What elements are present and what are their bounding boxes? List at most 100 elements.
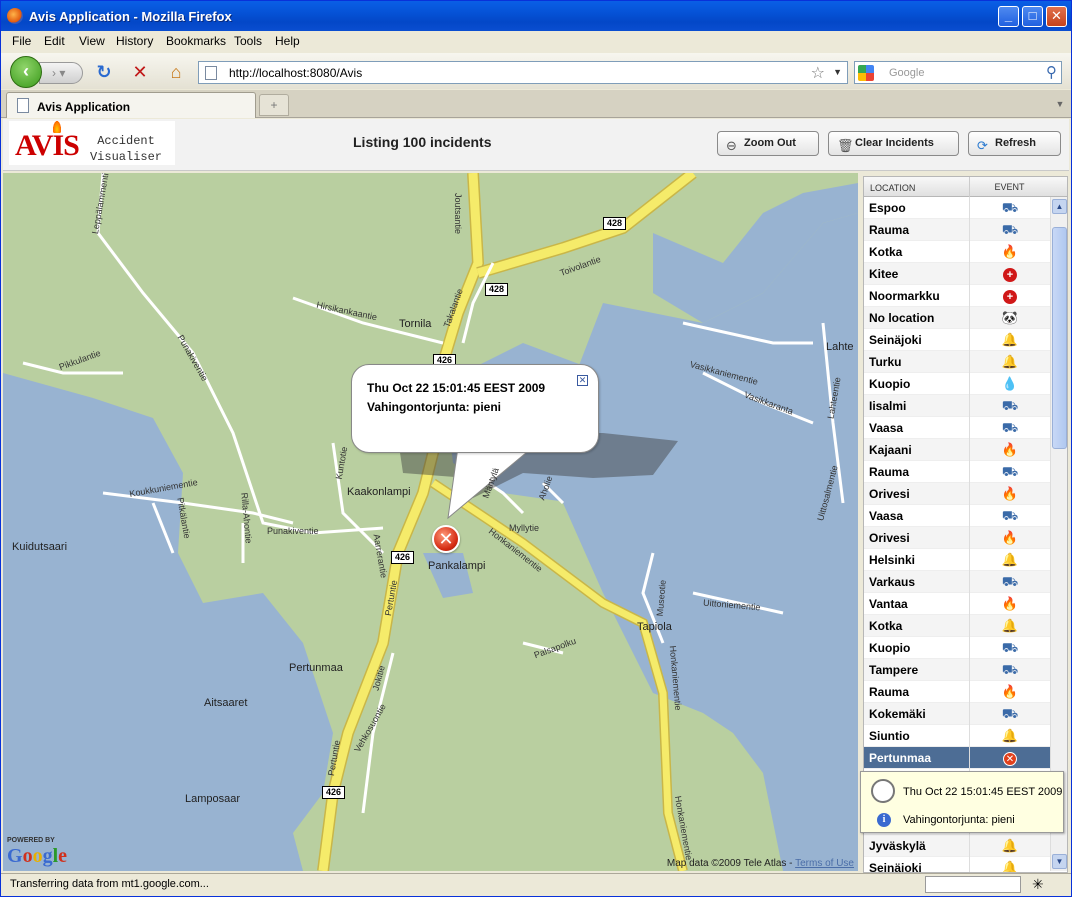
truck-icon: ⛟ xyxy=(1001,398,1019,413)
google-engine-icon[interactable] xyxy=(858,65,874,81)
bookmark-star-icon[interactable]: ☆ xyxy=(811,63,825,83)
map-data-text: Map data ©2009 Tele Atlas - xyxy=(666,858,796,869)
list-item-location: Orivesi xyxy=(869,487,910,501)
list-item-event: ⛟ xyxy=(969,659,1050,681)
menu-tools[interactable]: Tools xyxy=(234,34,262,48)
zoom-out-button[interactable]: ⊖ Zoom Out xyxy=(717,131,819,156)
list-item[interactable]: Vaasa ⛟ xyxy=(864,417,1050,439)
list-item-location: Seinäjoki xyxy=(869,333,922,347)
place-lahte: Lahte xyxy=(826,341,854,353)
list-item-location: Jyväskylä xyxy=(869,839,926,853)
list-item[interactable]: Kokemäki ⛟ xyxy=(864,703,1050,725)
list-item[interactable]: Kajaani 🔥 xyxy=(864,439,1050,461)
balloon-date: Thu Oct 22 15:01:45 EEST 2009 xyxy=(367,381,546,395)
fire-icon: 🔥 xyxy=(1001,486,1019,501)
list-item[interactable]: Kuopio 💧 xyxy=(864,373,1050,395)
list-item[interactable]: Pertunmaa ✕ xyxy=(864,747,1050,769)
reload-icon[interactable]: ↻ xyxy=(94,62,114,82)
list-item[interactable]: No location 🐼 xyxy=(864,307,1050,329)
menu-edit[interactable]: Edit xyxy=(44,34,65,48)
list-item-event: ⛟ xyxy=(969,505,1050,527)
list-item[interactable]: Espoo ⛟ xyxy=(864,197,1050,219)
close-button[interactable]: ✕ xyxy=(1046,6,1067,27)
list-item-event: 🔥 xyxy=(969,439,1050,461)
list-item[interactable]: Rauma ⛟ xyxy=(864,461,1050,483)
list-item[interactable]: Kotka 🔥 xyxy=(864,241,1050,263)
stop-icon[interactable]: ✕ xyxy=(130,62,150,82)
list-item[interactable]: Seinäjoki 🔔 xyxy=(864,329,1050,351)
back-button[interactable]: ‹ xyxy=(10,56,42,88)
list-item[interactable]: Helsinki 🔔 xyxy=(864,549,1050,571)
tab-avis-application[interactable]: Avis Application xyxy=(6,92,256,118)
header-location[interactable]: LOCATION xyxy=(870,183,915,193)
list-item[interactable]: Turku 🔔 xyxy=(864,351,1050,373)
list-item[interactable]: Orivesi 🔥 xyxy=(864,483,1050,505)
list-item[interactable]: Vaasa ⛟ xyxy=(864,505,1050,527)
road-shield-426-b: 426 xyxy=(391,551,415,564)
list-item[interactable]: Varkaus ⛟ xyxy=(864,571,1050,593)
list-item[interactable]: Noormarkku + xyxy=(864,285,1050,307)
truck-icon: ⛟ xyxy=(1001,640,1019,655)
home-icon[interactable]: ⌂ xyxy=(166,62,186,82)
list-item-location: No location xyxy=(869,311,935,325)
list-item[interactable]: Rauma ⛟ xyxy=(864,219,1050,241)
scroll-up-icon[interactable]: ▲ xyxy=(1052,199,1067,214)
menu-history[interactable]: History xyxy=(116,34,153,48)
road-shield-428-a: 428 xyxy=(603,217,627,230)
bell-icon: 🔔 xyxy=(1001,728,1019,743)
menu-bookmarks[interactable]: Bookmarks xyxy=(166,34,226,48)
list-item-event: ⛟ xyxy=(969,417,1050,439)
list-item[interactable]: Jyväskylä 🔔 xyxy=(864,835,1050,857)
header-event[interactable]: EVENT xyxy=(969,177,1049,197)
firebug-icon[interactable]: ✳ xyxy=(1032,876,1044,893)
map-canvas xyxy=(3,173,858,871)
status-progress xyxy=(925,876,1021,893)
new-tab-button[interactable]: + xyxy=(259,94,289,116)
tooltip-description: Vahingontorjunta: pieni xyxy=(903,814,1015,826)
url-dropdown-icon[interactable]: ▼ xyxy=(833,67,842,77)
search-box[interactable]: Google ⚲ xyxy=(854,61,1062,84)
search-icon[interactable]: ⚲ xyxy=(1046,63,1057,81)
balloon-close-icon[interactable]: ✕ xyxy=(577,375,588,386)
tab-list-icon[interactable]: ▼ xyxy=(1053,95,1067,113)
list-item[interactable]: Siuntio 🔔 xyxy=(864,725,1050,747)
list-item-location: Kitee xyxy=(869,267,899,281)
fire-icon: 🔥 xyxy=(1001,244,1019,259)
list-item[interactable]: Iisalmi ⛟ xyxy=(864,395,1050,417)
minimize-button[interactable]: _ xyxy=(998,6,1019,27)
menu-help[interactable]: Help xyxy=(275,34,300,48)
map-view[interactable]: Tornila Lahte Kaakonlampi Pankalampi Kui… xyxy=(3,173,858,871)
refresh-button[interactable]: ⟳ Refresh xyxy=(968,131,1061,156)
maximize-button[interactable]: □ xyxy=(1022,6,1043,27)
list-item[interactable]: Tampere ⛟ xyxy=(864,659,1050,681)
scroll-thumb[interactable] xyxy=(1052,227,1067,449)
refresh-icon: ⟳ xyxy=(977,138,988,153)
list-item-event: 🔔 xyxy=(969,835,1050,857)
terms-of-use-link[interactable]: Terms of Use xyxy=(795,858,854,869)
list-item-location: Varkaus xyxy=(869,575,916,589)
list-item[interactable]: Vantaa 🔥 xyxy=(864,593,1050,615)
list-item[interactable]: Orivesi 🔥 xyxy=(864,527,1050,549)
menu-view[interactable]: View xyxy=(79,34,105,48)
firefox-icon xyxy=(7,8,23,24)
menu-file[interactable]: File xyxy=(12,34,31,48)
scroll-down-icon[interactable]: ▼ xyxy=(1052,854,1067,869)
list-item[interactable]: Seinäjoki 🔔 xyxy=(864,857,1050,872)
list-item[interactable]: Kitee + xyxy=(864,263,1050,285)
url-bar[interactable]: http://localhost:8080/Avis ☆ ▼ xyxy=(198,61,848,84)
title-bar: Avis Application - Mozilla Firefox _ □ ✕ xyxy=(1,1,1071,31)
place-pankalampi: Pankalampi xyxy=(428,560,486,572)
truck-icon: ⛟ xyxy=(1001,464,1019,479)
list-item-location: Helsinki xyxy=(869,553,916,567)
forward-button[interactable]: › ▾ xyxy=(39,62,83,84)
incident-marker-icon[interactable]: ✕ xyxy=(432,525,460,553)
list-scrollbar[interactable]: ▲ ▼ xyxy=(1050,197,1067,871)
info-icon: i xyxy=(877,813,891,827)
list-item[interactable]: Kotka 🔔 xyxy=(864,615,1050,637)
list-item[interactable]: Kuopio ⛟ xyxy=(864,637,1050,659)
list-item[interactable]: Rauma 🔥 xyxy=(864,681,1050,703)
page-icon xyxy=(205,66,217,80)
google-logo[interactable]: Google xyxy=(7,845,67,868)
clear-incidents-button[interactable]: 🗑 Clear Incidents xyxy=(828,131,959,156)
balloon-description: Vahingontorjunta: pieni xyxy=(367,400,501,414)
